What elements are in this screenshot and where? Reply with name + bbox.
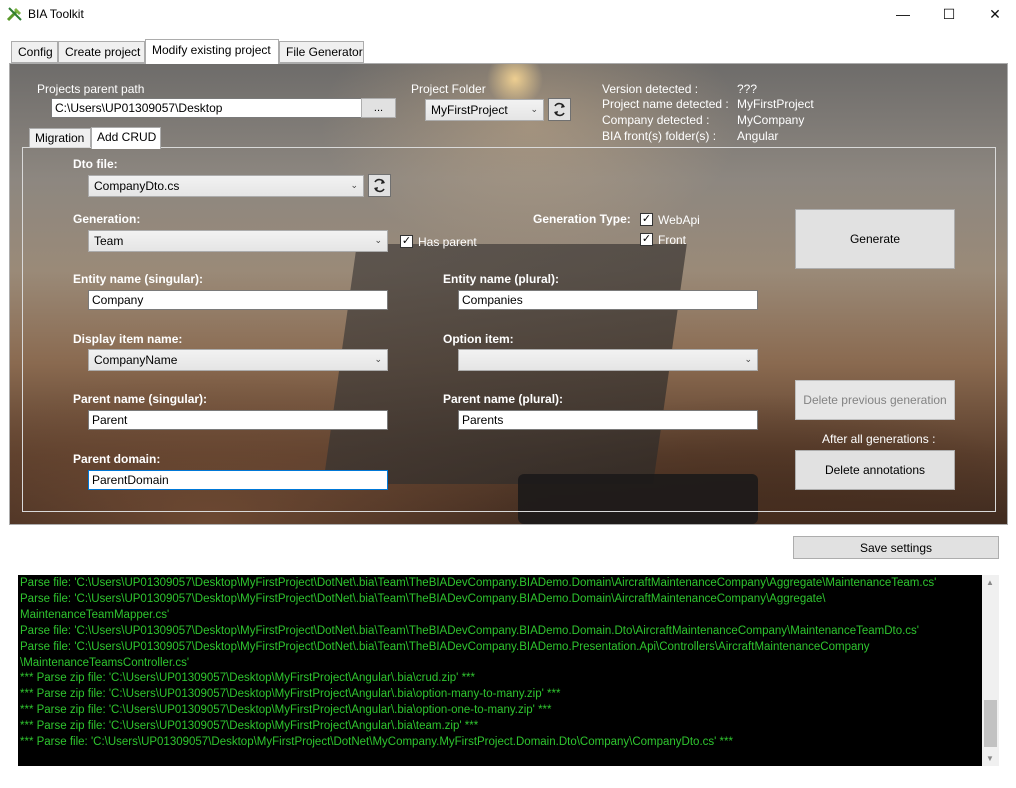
dto-file-value: CompanyDto.cs [94, 179, 180, 193]
parent-domain-label: Parent domain: [73, 452, 161, 466]
entity-singular-label: Entity name (singular): [73, 272, 204, 286]
project-name-detected-value: MyFirstProject [737, 97, 814, 111]
browse-button[interactable]: ... [361, 98, 396, 118]
has-parent-checkbox[interactable]: ✓ [400, 235, 413, 248]
entity-singular-input[interactable]: Company [88, 290, 388, 310]
parent-plural-input[interactable]: Parents [458, 410, 758, 430]
tab-migration[interactable]: Migration [29, 128, 91, 148]
option-item-label: Option item: [443, 332, 514, 346]
has-parent-label: Has parent [418, 235, 477, 249]
dto-file-select[interactable]: CompanyDto.cs ⌄ [88, 175, 364, 197]
front-checkbox[interactable]: ✓ [640, 233, 653, 246]
project-folder-label: Project Folder [411, 82, 486, 96]
delete-previous-generation-button[interactable]: Delete previous generation [795, 380, 955, 420]
display-item-label: Display item name: [73, 332, 183, 346]
tab-create-project[interactable]: Create project [58, 41, 145, 63]
generation-value: Team [94, 234, 124, 248]
refresh-folder-button[interactable] [548, 98, 571, 121]
generation-type-label: Generation Type: [533, 212, 631, 226]
company-detected-value: MyCompany [737, 113, 805, 127]
display-item-select[interactable]: CompanyName ⌄ [88, 349, 388, 371]
version-detected-label: Version detected : [602, 82, 699, 96]
display-item-value: CompanyName [94, 353, 178, 367]
minimize-button[interactable]: — [880, 0, 926, 28]
parent-singular-input[interactable]: Parent [88, 410, 388, 430]
dto-file-label: Dto file: [73, 157, 118, 171]
tab-add-crud[interactable]: Add CRUD [91, 127, 161, 149]
parent-plural-label: Parent name (plural): [443, 392, 564, 406]
log-text: Parse file: 'C:\Users\UP01309057\Desktop… [20, 577, 937, 749]
chevron-down-icon: ⌄ [744, 354, 752, 364]
project-folder-select[interactable]: MyFirstProject ⌄ [425, 99, 544, 121]
entity-plural-input[interactable]: Companies [458, 290, 758, 310]
entity-plural-label: Entity name (plural): [443, 272, 560, 286]
window-title: BIA Toolkit [28, 7, 84, 21]
chevron-down-icon: ⌄ [374, 354, 382, 364]
generation-label: Generation: [73, 212, 141, 226]
generate-button[interactable]: Generate [795, 209, 955, 269]
maximize-button[interactable]: ☐ [926, 0, 972, 28]
chevron-down-icon: ⌄ [530, 104, 538, 114]
parent-path-label: Projects parent path [37, 82, 145, 96]
option-item-select[interactable]: ⌄ [458, 349, 758, 371]
tab-file-generator[interactable]: File Generator [279, 41, 364, 63]
refresh-icon [554, 102, 565, 117]
front-folder-value: Angular [737, 129, 779, 143]
front-folder-label: BIA front(s) folder(s) : [602, 129, 717, 143]
scroll-down-icon[interactable]: ▼ [986, 754, 994, 763]
parent-singular-label: Parent name (singular): [73, 392, 208, 406]
delete-annotations-button[interactable]: Delete annotations [795, 450, 955, 490]
output-log: Parse file: 'C:\Users\UP01309057\Desktop… [18, 575, 982, 766]
refresh-dto-button[interactable] [368, 174, 391, 197]
parent-domain-input[interactable]: ParentDomain [88, 470, 388, 490]
title-bar: BIA Toolkit — ☐ ✕ [0, 0, 1016, 30]
project-name-detected-label: Project name detected : [602, 97, 729, 111]
tab-config[interactable]: Config [11, 41, 58, 63]
parent-path-input[interactable]: C:\Users\UP01309057\Desktop [51, 98, 362, 118]
toolkit-icon [6, 7, 22, 22]
webapi-checkbox[interactable]: ✓ [640, 213, 653, 226]
refresh-icon [374, 178, 385, 193]
log-scroll-thumb[interactable] [984, 700, 997, 747]
save-settings-button[interactable]: Save settings [793, 536, 999, 559]
front-label: Front [658, 233, 687, 247]
after-all-generations-label: After all generations : [822, 432, 936, 446]
version-detected-value: ??? [737, 82, 758, 96]
close-button[interactable]: ✕ [972, 0, 1016, 28]
webapi-label: WebApi [658, 213, 700, 227]
scroll-up-icon[interactable]: ▲ [986, 578, 994, 587]
tab-modify-existing-project[interactable]: Modify existing project [145, 39, 279, 64]
project-folder-value: MyFirstProject [431, 103, 508, 117]
company-detected-label: Company detected : [602, 113, 710, 127]
chevron-down-icon: ⌄ [374, 235, 382, 245]
chevron-down-icon: ⌄ [350, 180, 358, 190]
generation-select[interactable]: Team ⌄ [88, 230, 388, 252]
